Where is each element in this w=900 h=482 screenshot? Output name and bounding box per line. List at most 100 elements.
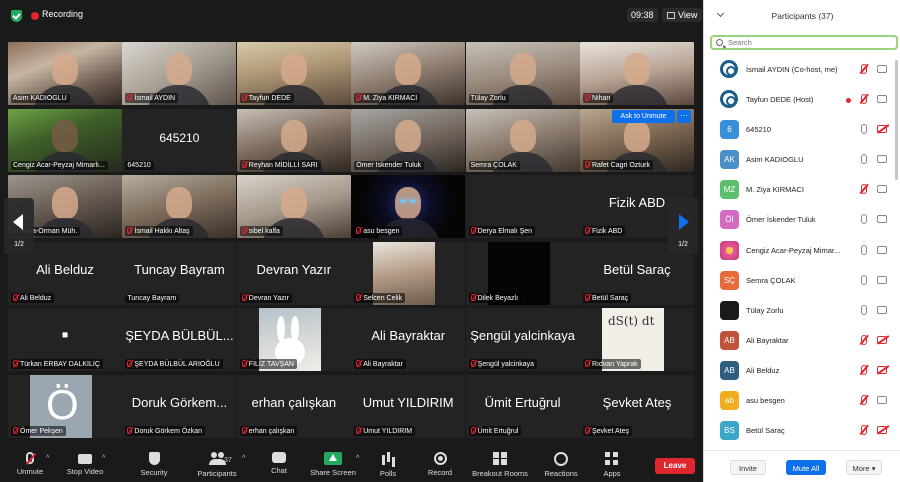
camera-off-icon[interactable] bbox=[877, 365, 887, 374]
breakout-rooms-button[interactable]: Breakout Rooms bbox=[465, 452, 535, 478]
more-button[interactable]: More ▾ bbox=[846, 460, 882, 475]
participants-scrollbar[interactable] bbox=[895, 60, 898, 180]
video-tile[interactable]: Cengiz Acar-Peyzaj Mimarlı... bbox=[8, 108, 122, 172]
microphone-icon[interactable] bbox=[861, 274, 867, 285]
microphone-muted-icon[interactable] bbox=[861, 425, 867, 436]
microphone-icon[interactable] bbox=[861, 124, 867, 135]
video-tile[interactable]: Umut YILDIRIM Umut YILDIRIM bbox=[351, 375, 466, 438]
video-tile[interactable]: Reyhan MİDİLLİ SARI bbox=[236, 108, 351, 172]
camera-icon[interactable] bbox=[877, 95, 887, 104]
camera-icon[interactable] bbox=[877, 65, 887, 73]
next-page-button[interactable]: 1/2 bbox=[668, 198, 698, 254]
participant-row[interactable]: AK Asim KADIOGLU bbox=[704, 145, 900, 175]
camera-off-icon[interactable] bbox=[877, 335, 887, 344]
share-screen-button[interactable]: Share Screen bbox=[303, 452, 363, 477]
video-tile[interactable]: Ümit Ertuğrul Ümit Ertuğrul bbox=[465, 375, 580, 438]
invite-button[interactable]: Invite bbox=[730, 460, 766, 475]
video-tile[interactable]: asu besgen bbox=[351, 175, 466, 239]
security-button[interactable]: Security bbox=[124, 452, 184, 477]
video-tile[interactable]: İsmail AYDIN bbox=[122, 42, 237, 105]
camera-icon[interactable] bbox=[877, 185, 887, 194]
video-tile[interactable]: Asim KADIOGLU bbox=[8, 42, 122, 105]
microphone-icon[interactable] bbox=[861, 154, 867, 165]
search-box[interactable] bbox=[710, 35, 898, 50]
audio-options-chevron-icon[interactable]: ^ bbox=[46, 455, 49, 462]
participant-row[interactable]: AB Ali Bayraktar bbox=[704, 326, 900, 356]
microphone-muted-icon bbox=[241, 94, 247, 101]
microphone-muted-icon[interactable] bbox=[861, 395, 867, 406]
participant-row[interactable]: ab asu besgen bbox=[704, 386, 900, 416]
microphone-muted-icon[interactable] bbox=[861, 364, 867, 375]
video-tile[interactable]: Tayfun DEDE bbox=[236, 42, 351, 105]
chat-button[interactable]: Chat bbox=[249, 452, 309, 475]
microphone-muted-icon[interactable] bbox=[861, 94, 867, 105]
video-tile[interactable]: 645210 645210 bbox=[122, 108, 237, 172]
video-tile[interactable]: sibel kalfa bbox=[236, 175, 351, 239]
polls-button[interactable]: Polls bbox=[358, 452, 418, 478]
microphone-icon[interactable] bbox=[861, 244, 867, 255]
video-tile[interactable]: Tuncay Bayram Tuncay Bayram bbox=[122, 241, 237, 305]
participant-row[interactable]: BS Betül Saraç bbox=[704, 416, 900, 446]
microphone-muted-icon[interactable] bbox=[861, 64, 867, 74]
participants-button[interactable]: 37 Participants bbox=[187, 452, 247, 478]
video-tile[interactable]: İsmail Hakkı Altaş bbox=[122, 175, 237, 239]
participant-row[interactable]: Tülay Zorlu bbox=[704, 296, 900, 326]
participants-options-chevron-icon[interactable]: ^ bbox=[242, 455, 245, 462]
apps-button[interactable]: Apps bbox=[582, 452, 642, 478]
camera-icon[interactable] bbox=[877, 305, 887, 314]
video-tile[interactable]: Semra ÇOLAK bbox=[465, 108, 580, 172]
mute-all-button[interactable]: Mute All bbox=[786, 460, 826, 475]
leave-button[interactable]: Leave bbox=[655, 458, 695, 474]
microphone-icon[interactable] bbox=[861, 214, 867, 225]
microphone-muted-icon[interactable] bbox=[861, 334, 867, 345]
video-tile[interactable]: M. Ziya KIRMACI bbox=[351, 42, 466, 105]
video-tile[interactable]: Şevket Ateş Şevket Ateş bbox=[580, 375, 694, 438]
view-button[interactable]: View bbox=[662, 8, 703, 22]
unmute-button[interactable]: Unmute bbox=[0, 452, 60, 476]
video-tile[interactable]: Ömer İskender Tuluk bbox=[351, 108, 466, 172]
video-tile[interactable]: Nihan bbox=[580, 42, 694, 105]
camera-icon[interactable] bbox=[877, 245, 887, 254]
video-tile[interactable]: FİLİZ TAVŞAN bbox=[236, 308, 351, 372]
record-button[interactable]: Record bbox=[410, 452, 470, 477]
video-tile[interactable]: dS(t) dt Rıdvan Yaprak bbox=[580, 308, 694, 372]
camera-off-icon[interactable] bbox=[877, 426, 887, 435]
tile-name-text: Ali Belduz bbox=[20, 294, 52, 302]
participant-row[interactable]: Cengiz Acar-Peyzaj Mimar... bbox=[704, 236, 900, 266]
video-tile[interactable]: ▪ Türkan ERBAY DALKILIÇ bbox=[8, 308, 122, 372]
camera-off-icon[interactable] bbox=[877, 125, 887, 134]
participant-row[interactable]: Tayfun DEDE (Host) bbox=[704, 85, 900, 115]
search-input[interactable] bbox=[728, 37, 893, 48]
microphone-muted-icon bbox=[585, 293, 590, 301]
video-tile[interactable]: Selcen Celik bbox=[351, 241, 466, 305]
video-tile[interactable]: Dilek Beyazlı bbox=[465, 241, 580, 305]
video-tile[interactable]: Şengül yalcinkaya Şengül yalcinkaya bbox=[465, 308, 580, 372]
participant-row[interactable]: 6 645210 bbox=[704, 115, 900, 145]
ask-to-unmute-button[interactable]: Ask to Unmute bbox=[612, 110, 675, 123]
camera-icon[interactable] bbox=[877, 215, 887, 224]
participant-row[interactable]: AB Ali Belduz bbox=[704, 356, 900, 386]
previous-page-button[interactable]: 1/2 bbox=[4, 198, 34, 254]
camera-icon[interactable] bbox=[877, 275, 887, 284]
camera-icon[interactable] bbox=[877, 155, 887, 164]
video-tile[interactable]: erhan çalışkan erhan çalışkan bbox=[236, 375, 351, 438]
video-tile[interactable]: Tülay Zorlu bbox=[465, 42, 580, 105]
video-tile[interactable]: Ö Ömer Pekşen bbox=[8, 375, 122, 438]
participant-row[interactable]: SÇ Semra ÇOLAK bbox=[704, 266, 900, 296]
video-tile[interactable]: Derya Elmalı Şen bbox=[465, 175, 580, 239]
apps-label: Apps bbox=[603, 469, 621, 478]
stop-video-button[interactable]: Stop Video bbox=[55, 452, 115, 476]
video-tile[interactable]: Doruk Görkem... Doruk Görkem Özkan bbox=[122, 375, 237, 438]
participant-row[interactable]: ÖI Ömer İskender Tuluk bbox=[704, 205, 900, 235]
video-tile[interactable]: Devran Yazır Devran Yazır bbox=[236, 241, 351, 305]
participant-row[interactable]: İsmail AYDIN (Co-host, me) bbox=[704, 55, 900, 85]
video-tile[interactable]: Ali Bayraktar Ali Bayraktar bbox=[351, 308, 466, 372]
microphone-muted-icon[interactable] bbox=[861, 184, 867, 195]
video-tile[interactable]: ŞEYDA BÜLBÜL... ŞEYDA BÜLBÜL ARIOĞLU bbox=[122, 308, 237, 372]
tile-more-button[interactable]: ··· bbox=[677, 110, 691, 123]
participant-row[interactable]: MZ M. Ziya KIRMACI bbox=[704, 175, 900, 205]
microphone-icon[interactable] bbox=[861, 304, 867, 315]
encryption-shield-icon[interactable] bbox=[11, 10, 22, 22]
camera-icon[interactable] bbox=[877, 396, 887, 405]
video-options-chevron-icon[interactable]: ^ bbox=[102, 455, 105, 462]
